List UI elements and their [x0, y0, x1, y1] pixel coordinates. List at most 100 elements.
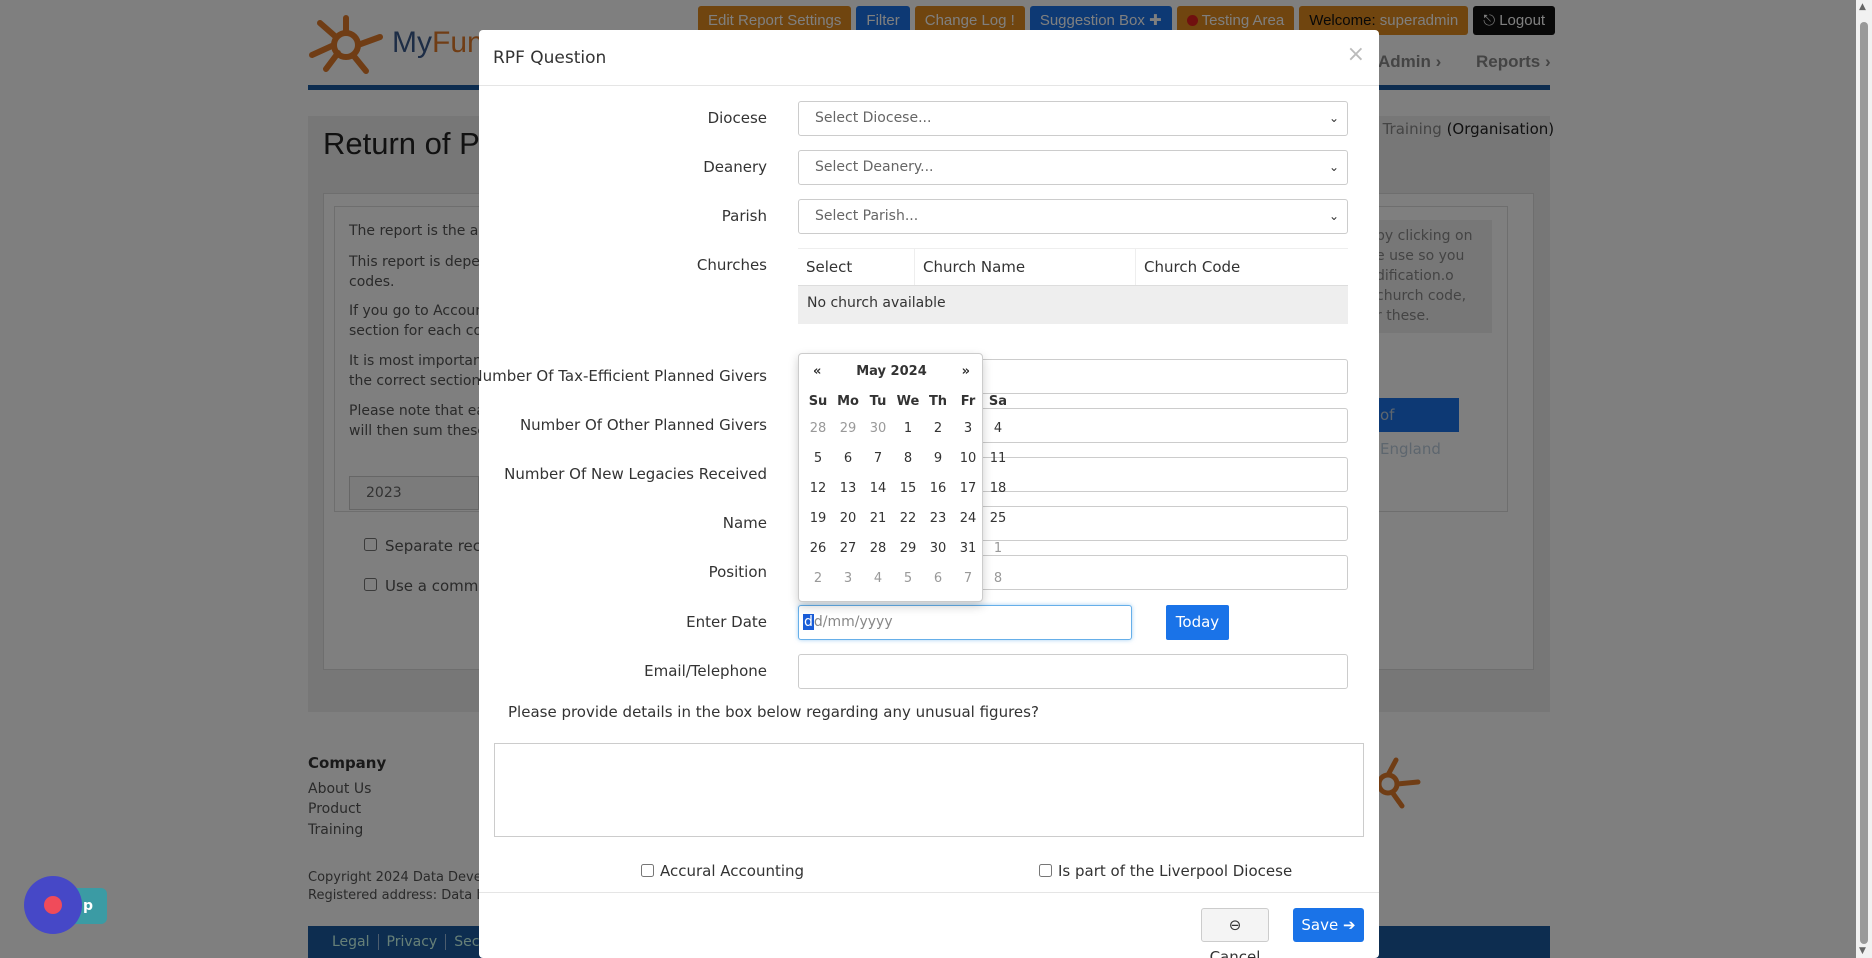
datepicker-day[interactable]: 30	[923, 541, 953, 556]
liverpool-diocese-checkbox[interactable]: Is part of the Liverpool Diocese	[1039, 862, 1292, 880]
datepicker-day[interactable]: 28	[863, 541, 893, 556]
diocese-select[interactable]: Select Diocese... ⌄	[798, 101, 1348, 136]
checkbox[interactable]	[641, 864, 654, 877]
date-input[interactable]: dd/mm/yyyy	[798, 605, 1132, 640]
datepicker-day[interactable]: 22	[893, 511, 923, 526]
arrow-right-circle-icon: ➔	[1343, 916, 1356, 934]
datepicker-day[interactable]: 27	[833, 541, 863, 556]
column-header-church-code: Church Code	[1144, 258, 1241, 276]
datepicker-day[interactable]: 13	[833, 481, 863, 496]
datepicker-day[interactable]: 14	[863, 481, 893, 496]
cancel-circle-icon: ⊖	[1228, 916, 1242, 934]
datepicker-day[interactable]: 17	[953, 481, 983, 496]
other-planned-givers-label: Number Of Other Planned Givers	[519, 416, 767, 434]
datepicker-day[interactable]: 7	[953, 571, 983, 586]
scroll-down-icon[interactable]: ▼	[1859, 946, 1866, 956]
datepicker-next-button[interactable]: »	[962, 364, 970, 379]
scroll-up-icon[interactable]: ▲	[1859, 2, 1866, 12]
email-telephone-label: Email/Telephone	[644, 662, 767, 680]
datepicker-day[interactable]: 9	[923, 451, 953, 466]
weekday-label: Tu	[869, 394, 887, 409]
close-icon[interactable]: ×	[1347, 42, 1365, 67]
diocese-label: Diocese	[707, 109, 767, 127]
datepicker-day[interactable]: 1	[893, 421, 923, 436]
name-label: Name	[722, 514, 767, 532]
parish-select[interactable]: Select Parish... ⌄	[798, 199, 1348, 234]
datepicker-day[interactable]: 2	[803, 571, 833, 586]
datepicker-prev-button[interactable]: «	[813, 364, 821, 379]
churches-table-header: Select Church Name Church Code	[798, 248, 1348, 286]
new-legacies-label: Number Of New Legacies Received	[504, 465, 767, 483]
datepicker-day[interactable]: 6	[833, 451, 863, 466]
datepicker-day[interactable]: 18	[983, 481, 1013, 496]
details-prompt: Please provide details in the box below …	[508, 703, 1039, 721]
modal-footer-divider	[479, 892, 1379, 893]
churches-empty-row: No church available	[798, 286, 1348, 324]
churches-table: Select Church Name Church Code No church…	[798, 248, 1348, 324]
checkbox[interactable]	[1039, 864, 1052, 877]
datepicker-day[interactable]: 26	[803, 541, 833, 556]
datepicker-day[interactable]: 4	[983, 421, 1013, 436]
datepicker-day[interactable]: 8	[893, 451, 923, 466]
datepicker-day[interactable]: 29	[893, 541, 923, 556]
datepicker-week-row: 12 13 14 15 16 17 18	[803, 481, 1013, 496]
datepicker-day[interactable]: 10	[953, 451, 983, 466]
column-header-church-name: Church Name	[915, 249, 1136, 285]
datepicker-day[interactable]: 8	[983, 571, 1013, 586]
accural-accounting-checkbox[interactable]: Accural Accounting	[641, 862, 804, 880]
datepicker-day[interactable]: 11	[983, 451, 1013, 466]
page-scrollbar[interactable]: ▲ ▼	[1856, 0, 1872, 958]
datepicker-day[interactable]: 3	[833, 571, 863, 586]
weekday-label: Sa	[988, 394, 1008, 409]
column-header-select: Select	[798, 249, 915, 285]
today-button[interactable]: Today	[1166, 605, 1229, 640]
datepicker-day[interactable]: 6	[923, 571, 953, 586]
datepicker-month-label[interactable]: May 2024	[799, 364, 984, 379]
datepicker-day[interactable]: 19	[803, 511, 833, 526]
weekday-label: We	[896, 394, 920, 409]
datepicker-day[interactable]: 21	[863, 511, 893, 526]
cancel-button[interactable]: ⊖ Cancel	[1201, 908, 1269, 958]
weekday-label: Mo	[837, 394, 859, 409]
datepicker-day[interactable]: 24	[953, 511, 983, 526]
datepicker-day[interactable]: 30	[863, 421, 893, 436]
modal-header: RPF Question ×	[479, 30, 1379, 86]
scrollbar-thumb[interactable]	[1860, 22, 1868, 944]
datepicker-day[interactable]: 1	[983, 541, 1013, 556]
chevron-down-icon: ⌄	[1328, 160, 1339, 174]
save-button[interactable]: Save ➔	[1293, 908, 1364, 942]
chat-widget-button[interactable]	[24, 876, 82, 934]
churches-label: Churches	[696, 256, 767, 274]
weekday-label: Th	[928, 394, 948, 409]
chevron-down-icon: ⌄	[1328, 209, 1339, 223]
deanery-label: Deanery	[703, 158, 767, 176]
email-telephone-input[interactable]	[798, 654, 1348, 689]
datepicker-day[interactable]: 25	[983, 511, 1013, 526]
datepicker-day[interactable]: 5	[803, 451, 833, 466]
datepicker-day[interactable]: 29	[833, 421, 863, 436]
enter-date-label: Enter Date	[686, 613, 767, 631]
deanery-select[interactable]: Select Deanery... ⌄	[798, 150, 1348, 185]
datepicker-day[interactable]: 7	[863, 451, 893, 466]
datepicker-day[interactable]: 4	[863, 571, 893, 586]
tax-efficient-givers-label: Number Of Tax-Efficient Planned Givers	[479, 367, 767, 385]
modal-title: RPF Question	[493, 48, 607, 68]
rpf-question-modal: RPF Question × Diocese Select Diocese...…	[479, 30, 1379, 958]
datepicker-week-row: 19 20 21 22 23 24 25	[803, 511, 1013, 526]
details-textarea[interactable]	[494, 743, 1364, 837]
datepicker-day[interactable]: 5	[893, 571, 923, 586]
datepicker-day[interactable]: 20	[833, 511, 863, 526]
parish-label: Parish	[721, 207, 767, 225]
datepicker-day[interactable]: 3	[953, 421, 983, 436]
datepicker-day[interactable]: 2	[923, 421, 953, 436]
datepicker-header: May 2024 « »	[799, 364, 984, 382]
datepicker-week-row: 28 29 30 1 2 3 4	[803, 421, 1013, 436]
datepicker-day[interactable]: 23	[923, 511, 953, 526]
datepicker-day[interactable]: 12	[803, 481, 833, 496]
datepicker-day[interactable]: 31	[953, 541, 983, 556]
weekday-label: Su	[808, 394, 828, 409]
datepicker-day[interactable]: 15	[893, 481, 923, 496]
datepicker-day[interactable]: 28	[803, 421, 833, 436]
weekday-label: Fr	[960, 394, 976, 409]
datepicker-day[interactable]: 16	[923, 481, 953, 496]
